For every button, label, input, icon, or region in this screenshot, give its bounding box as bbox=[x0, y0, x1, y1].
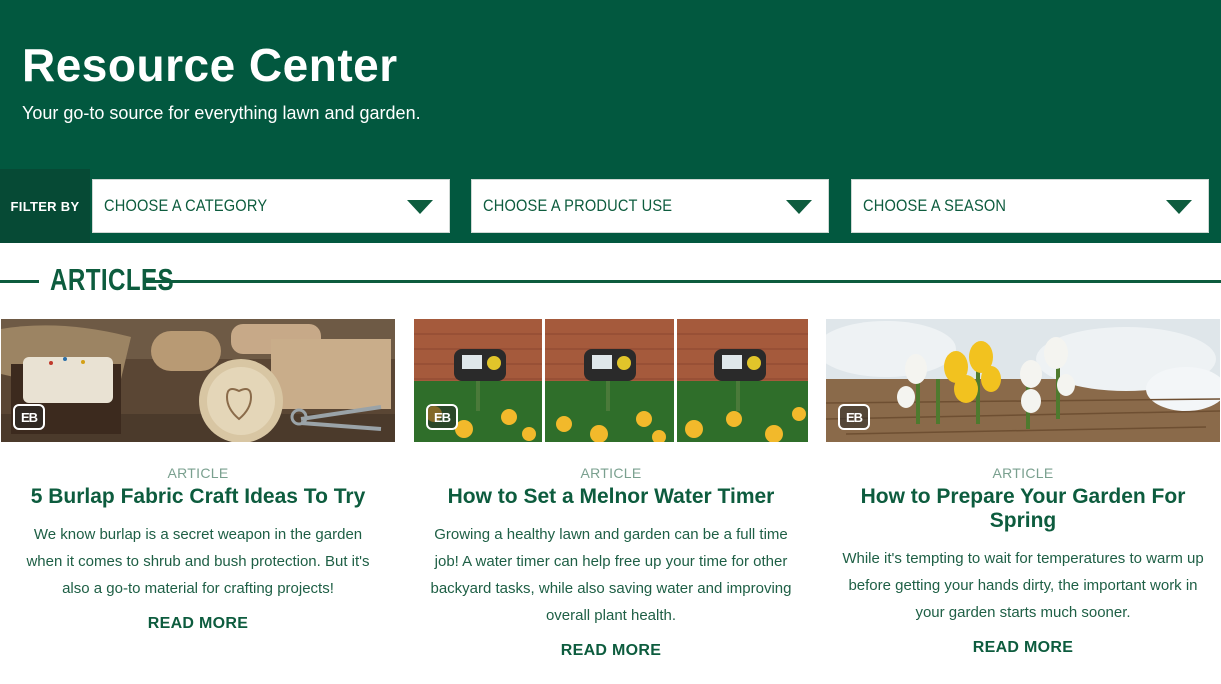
hero-banner: Resource Center Your go-to source for ev… bbox=[0, 0, 1221, 243]
page-subtitle: Your go-to source for everything lawn an… bbox=[22, 103, 421, 123]
article-title[interactable]: 5 Burlap Fabric Craft Ideas To Try bbox=[1, 485, 395, 509]
article-kicker: ARTICLE bbox=[167, 465, 229, 481]
brand-logo-icon: EB bbox=[426, 404, 458, 430]
article-card-spring-garden: EB ARTICLE How to Prepare Your Garden Fo… bbox=[826, 319, 1220, 679]
article-card-burlap: EB ARTICLE 5 Burlap Fabric Craft Ideas T… bbox=[1, 319, 395, 679]
article-image-water-timer[interactable]: EB bbox=[414, 319, 808, 442]
article-title[interactable]: How to Prepare Your Garden For Spring bbox=[826, 485, 1220, 533]
category-select-value: CHOOSE A CATEGORY bbox=[104, 196, 268, 215]
article-image-burlap[interactable]: EB bbox=[1, 319, 395, 442]
article-title[interactable]: How to Set a Melnor Water Timer bbox=[414, 485, 808, 509]
read-more-link[interactable]: READ MORE bbox=[1, 615, 395, 633]
chevron-down-icon bbox=[786, 200, 812, 214]
article-description: We know burlap is a secret weapon in the… bbox=[26, 526, 370, 597]
category-select[interactable]: CHOOSE A CATEGORY bbox=[92, 179, 450, 233]
page-title: Resource Center bbox=[22, 39, 398, 91]
product-use-select-value: CHOOSE A PRODUCT USE bbox=[483, 196, 673, 215]
filter-by-label: FILTER BY bbox=[0, 169, 90, 243]
article-image-spring-garden[interactable]: EB bbox=[826, 319, 1220, 442]
article-card-water-timer: EB ARTICLE How to Set a Melnor Water Tim… bbox=[414, 319, 808, 679]
read-more-link[interactable]: READ MORE bbox=[826, 639, 1220, 657]
article-kicker: ARTICLE bbox=[992, 465, 1054, 481]
article-kicker: ARTICLE bbox=[580, 465, 642, 481]
season-select-value: CHOOSE A SEASON bbox=[863, 196, 1007, 215]
read-more-link[interactable]: READ MORE bbox=[414, 642, 808, 660]
brand-logo-icon: EB bbox=[838, 404, 870, 430]
season-select[interactable]: CHOOSE A SEASON bbox=[851, 179, 1209, 233]
section-divider-left bbox=[0, 280, 39, 283]
section-divider-right bbox=[146, 280, 1221, 283]
article-description: While it's tempting to wait for temperat… bbox=[842, 550, 1204, 621]
article-description: Growing a healthy lawn and garden can be… bbox=[430, 526, 792, 624]
brand-logo-icon: EB bbox=[13, 404, 45, 430]
chevron-down-icon bbox=[407, 200, 433, 214]
product-use-select[interactable]: CHOOSE A PRODUCT USE bbox=[471, 179, 829, 233]
chevron-down-icon bbox=[1166, 200, 1192, 214]
